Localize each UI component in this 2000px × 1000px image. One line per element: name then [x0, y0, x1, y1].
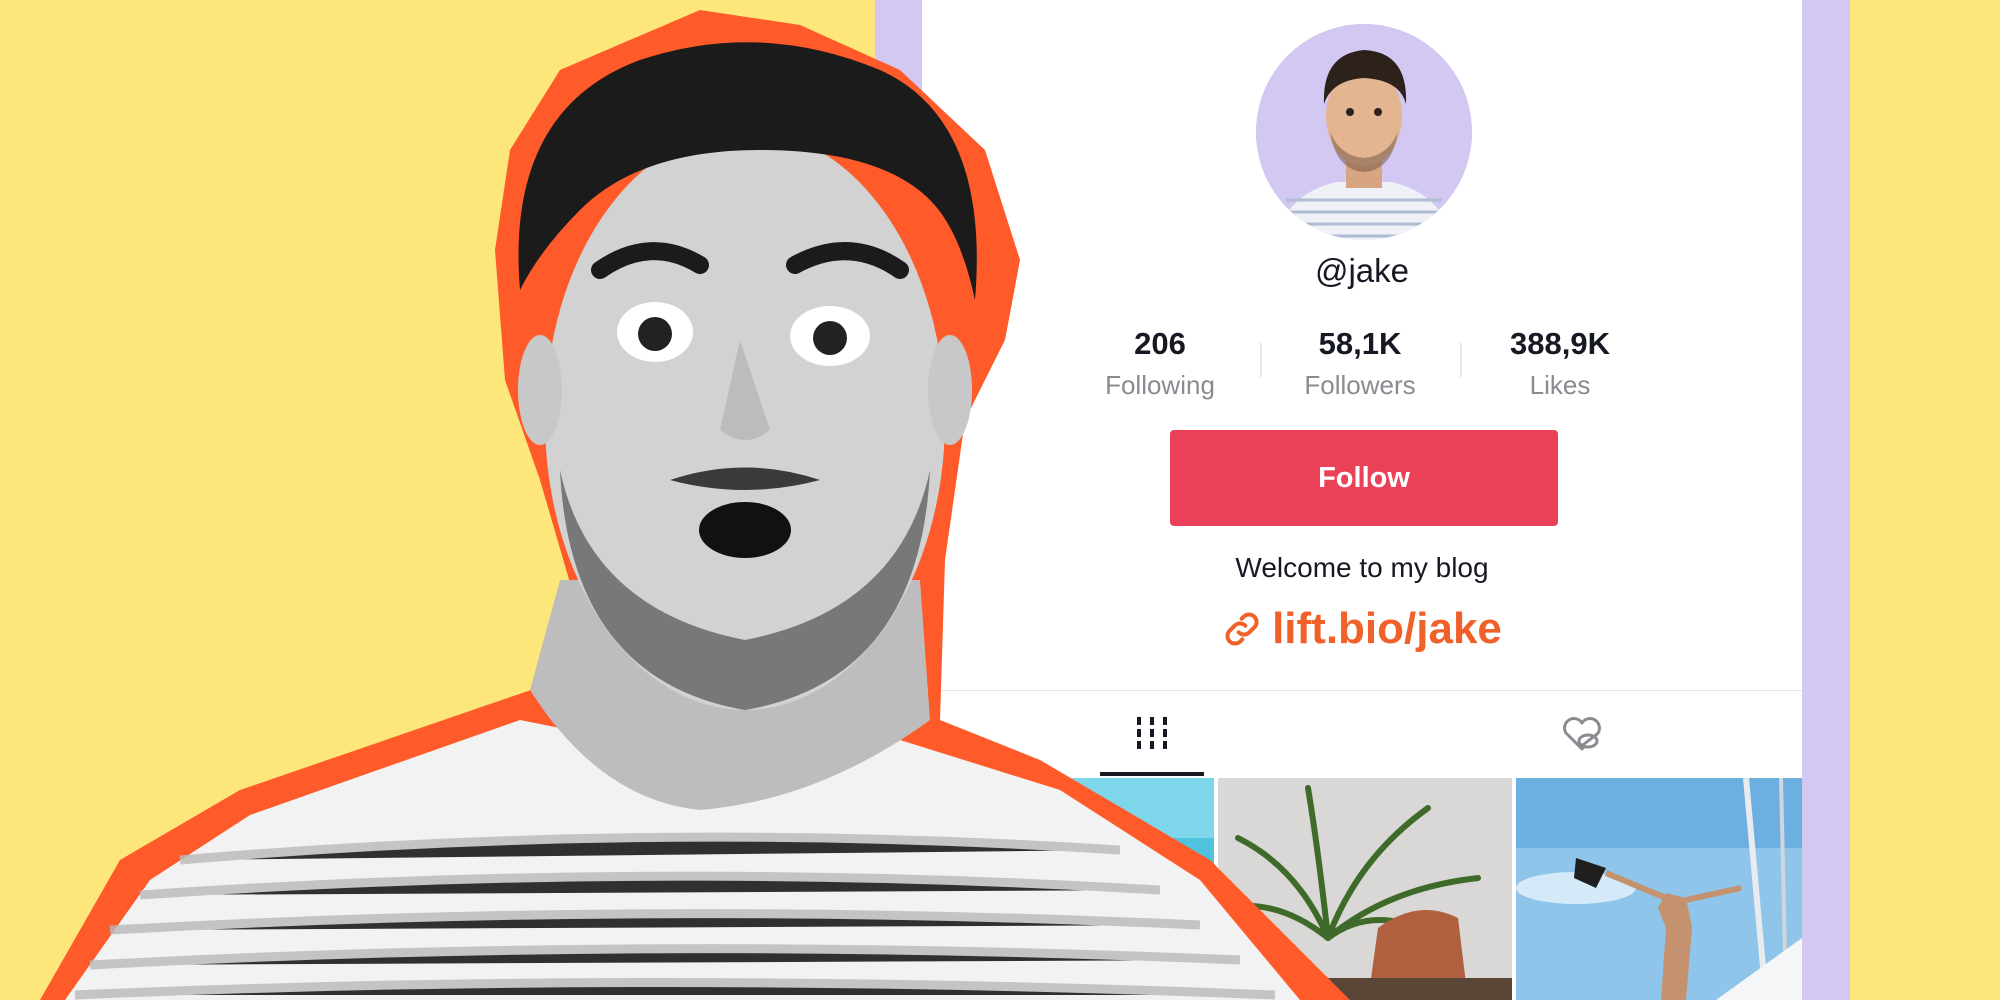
- portrait-mouth: [699, 502, 791, 558]
- portrait-cutout: [40, 10, 1350, 1000]
